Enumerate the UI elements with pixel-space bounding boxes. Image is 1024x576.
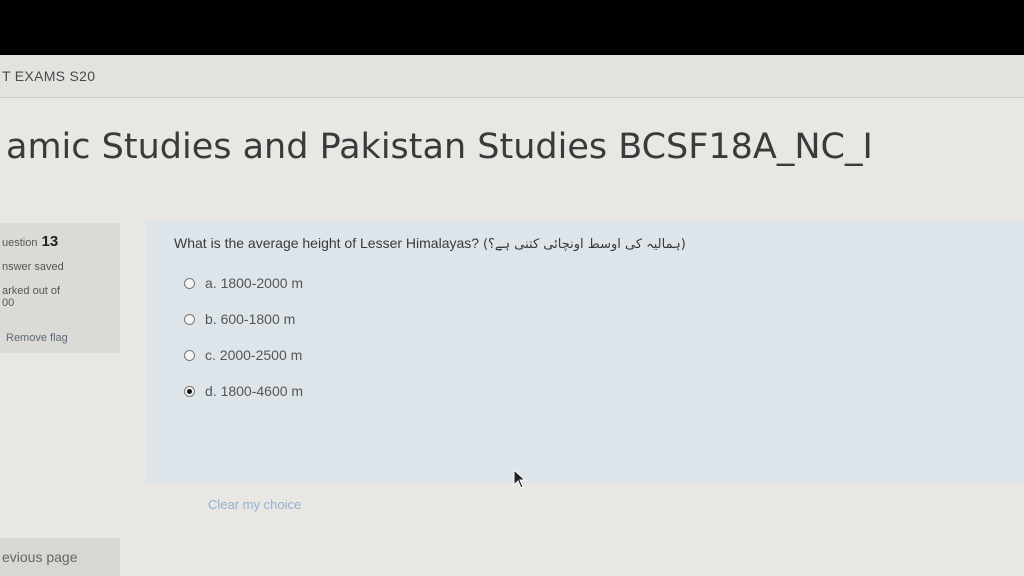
radio-icon[interactable] bbox=[184, 277, 195, 289]
option-label[interactable]: c. 2000-2500 m bbox=[205, 347, 302, 363]
radio-selected-icon[interactable] bbox=[184, 385, 195, 397]
option-label[interactable]: a. 1800-2000 m bbox=[205, 275, 303, 291]
question-label: uestion bbox=[2, 237, 38, 249]
answer-status: nswer saved bbox=[2, 261, 64, 273]
question-text-en: What is the average height of Lesser Him… bbox=[174, 235, 480, 251]
marks-info: arked out of 00 bbox=[2, 285, 112, 309]
option-label[interactable]: b. 600-1800 m bbox=[205, 311, 295, 327]
page-title: amic Studies and Pakistan Studies BCSF18… bbox=[6, 127, 873, 167]
previous-page-button[interactable]: evious page bbox=[0, 538, 120, 576]
option-d[interactable]: d. 1800-4600 m bbox=[184, 383, 303, 399]
option-b[interactable]: b. 600-1800 m bbox=[184, 311, 295, 327]
exam-screen: T EXAMS S20 amic Studies and Pakistan St… bbox=[0, 55, 1024, 576]
question-text: What is the average height of Lesser Him… bbox=[174, 235, 686, 252]
option-a[interactable]: a. 1800-2000 m bbox=[184, 275, 303, 291]
marks-line-1: arked out of bbox=[2, 285, 61, 297]
remove-flag-button[interactable]: Remove flag bbox=[6, 332, 68, 344]
question-number-value: 13 bbox=[41, 233, 59, 250]
course-navbar: T EXAMS S20 bbox=[0, 55, 1024, 98]
clear-choice-link[interactable]: Clear my choice bbox=[208, 497, 301, 512]
mouse-pointer-icon bbox=[513, 468, 527, 494]
previous-page-label[interactable]: evious page bbox=[2, 549, 78, 565]
option-c[interactable]: c. 2000-2500 m bbox=[184, 347, 302, 363]
question-number: uestion 13 bbox=[2, 233, 58, 250]
radio-icon[interactable] bbox=[184, 349, 195, 361]
marks-line-2: 00 bbox=[2, 297, 15, 309]
question-text-urdu: (ہمالیہ کی اوسط اونچائی کتنی ہے؟) bbox=[482, 237, 686, 252]
radio-icon[interactable] bbox=[184, 313, 195, 325]
question-panel: What is the average height of Lesser Him… bbox=[146, 221, 1024, 512]
course-bar-text[interactable]: T EXAMS S20 bbox=[2, 68, 95, 84]
option-label[interactable]: d. 1800-4600 m bbox=[205, 383, 303, 399]
question-info-panel: uestion 13 nswer saved arked out of 00 Re… bbox=[0, 223, 120, 353]
